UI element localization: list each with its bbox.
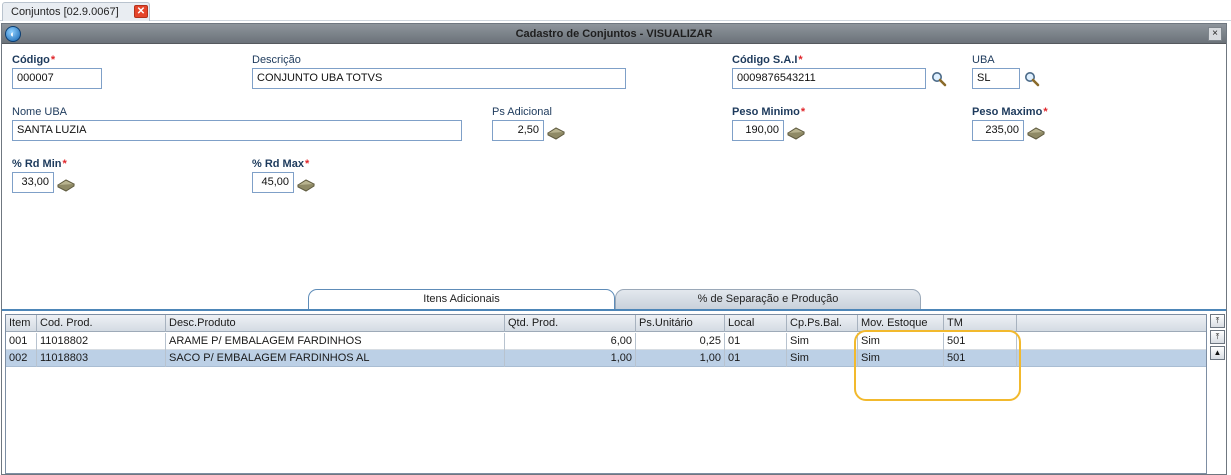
cell-ps-unitario: 1,00: [636, 350, 725, 367]
tab-divider: [2, 309, 1226, 311]
calculator-icon[interactable]: [57, 176, 75, 192]
document-tab-label: Conjuntos [02.9.0067]: [11, 6, 119, 18]
column-header-ps-unitario[interactable]: Ps.Unitário: [636, 315, 725, 332]
cell-ps-unitario: 0,25: [636, 333, 725, 350]
search-icon[interactable]: [930, 71, 948, 87]
tab-itens-adicionais[interactable]: Itens Adicionais: [308, 289, 615, 310]
scroll-up-icon[interactable]: ▲: [1210, 346, 1225, 360]
column-header-cod-prod[interactable]: Cod. Prod.: [37, 315, 166, 332]
table-row-selected[interactable]: 002 11018803 SACO P/ EMBALAGEM FARDINHOS…: [6, 350, 1206, 367]
window-title: Cadastro de Conjuntos - VISUALIZAR: [515, 28, 713, 40]
ps-adicional-field[interactable]: 2,50: [492, 120, 544, 141]
descricao-label: Descrição: [252, 54, 301, 66]
column-header-cp-ps-bal[interactable]: Cp.Ps.Bal.: [787, 315, 858, 332]
column-header-local[interactable]: Local: [725, 315, 787, 332]
rd-min-label: % Rd Min*: [12, 158, 67, 170]
search-icon[interactable]: [1023, 71, 1041, 87]
codigo-label: Código*: [12, 54, 56, 66]
scroll-page-up-icon[interactable]: ⤒: [1210, 330, 1225, 344]
scroll-top-icon[interactable]: ⤒: [1210, 314, 1225, 328]
calculator-icon[interactable]: [547, 124, 565, 140]
cell-qtd-prod: 1,00: [505, 350, 636, 367]
codigo-sai-label: Código S.A.I*: [732, 54, 803, 66]
document-tab[interactable]: Conjuntos [02.9.0067] ✕: [2, 2, 150, 21]
codigo-sai-field[interactable]: 0009876543211: [732, 68, 926, 89]
table-row[interactable]: 001 11018802 ARAME P/ EMBALAGEM FARDINHO…: [6, 333, 1206, 350]
peso-maximo-field[interactable]: 235,00: [972, 120, 1024, 141]
cell-qtd-prod: 6,00: [505, 333, 636, 350]
cell-item: 001: [6, 333, 37, 350]
descricao-field[interactable]: CONJUNTO UBA TOTVS: [252, 68, 626, 89]
nome-uba-field[interactable]: SANTA LUZIA: [12, 120, 462, 141]
peso-minimo-label: Peso Minimo*: [732, 106, 806, 118]
cell-local: 01: [725, 350, 787, 367]
calculator-icon[interactable]: [787, 124, 805, 140]
calculator-icon[interactable]: [297, 176, 315, 192]
window-close-button[interactable]: ×: [1208, 27, 1222, 41]
cell-desc-produto: ARAME P/ EMBALAGEM FARDINHOS: [166, 333, 505, 350]
rd-min-field[interactable]: 33,00: [12, 172, 54, 193]
uba-field[interactable]: SL: [972, 68, 1020, 89]
itens-grid: Item Cod. Prod. Desc.Produto Qtd. Prod. …: [5, 314, 1207, 474]
cell-cod-prod: 11018802: [37, 333, 166, 350]
title-bar: ◐ Cadastro de Conjuntos - VISUALIZAR ×: [2, 24, 1226, 44]
rd-max-field[interactable]: 45,00: [252, 172, 294, 193]
cell-local: 01: [725, 333, 787, 350]
document-tabstrip: Conjuntos [02.9.0067] ✕: [0, 0, 1231, 21]
ps-adicional-label: Ps Adicional: [492, 106, 552, 118]
nome-uba-label: Nome UBA: [12, 106, 68, 118]
cell-cod-prod: 11018803: [37, 350, 166, 367]
column-header-desc-produto[interactable]: Desc.Produto: [166, 315, 505, 332]
uba-label: UBA: [972, 54, 995, 66]
codigo-field[interactable]: 000007: [12, 68, 102, 89]
column-header-qtd-prod[interactable]: Qtd. Prod.: [505, 315, 636, 332]
cell-item: 002: [6, 350, 37, 367]
grid-scrollbar[interactable]: ⤒ ⤒ ▲: [1209, 314, 1226, 474]
cell-cp-ps-bal: Sim: [787, 350, 858, 367]
grid-header-row: Item Cod. Prod. Desc.Produto Qtd. Prod. …: [6, 315, 1206, 332]
peso-maximo-label: Peso Maximo*: [972, 106, 1048, 118]
highlight-annotation: [854, 330, 1021, 401]
cell-desc-produto: SACO P/ EMBALAGEM FARDINHOS AL: [166, 350, 505, 367]
close-icon[interactable]: ✕: [134, 5, 148, 18]
cell-cp-ps-bal: Sim: [787, 333, 858, 350]
cadastro-window: ◐ Cadastro de Conjuntos - VISUALIZAR × C…: [1, 23, 1227, 475]
column-header-item[interactable]: Item: [6, 315, 37, 332]
peso-minimo-field[interactable]: 190,00: [732, 120, 784, 141]
calculator-icon[interactable]: [1027, 124, 1045, 140]
rd-max-label: % Rd Max*: [252, 158, 310, 170]
tab-separacao-producao[interactable]: % de Separação e Produção: [615, 289, 921, 310]
